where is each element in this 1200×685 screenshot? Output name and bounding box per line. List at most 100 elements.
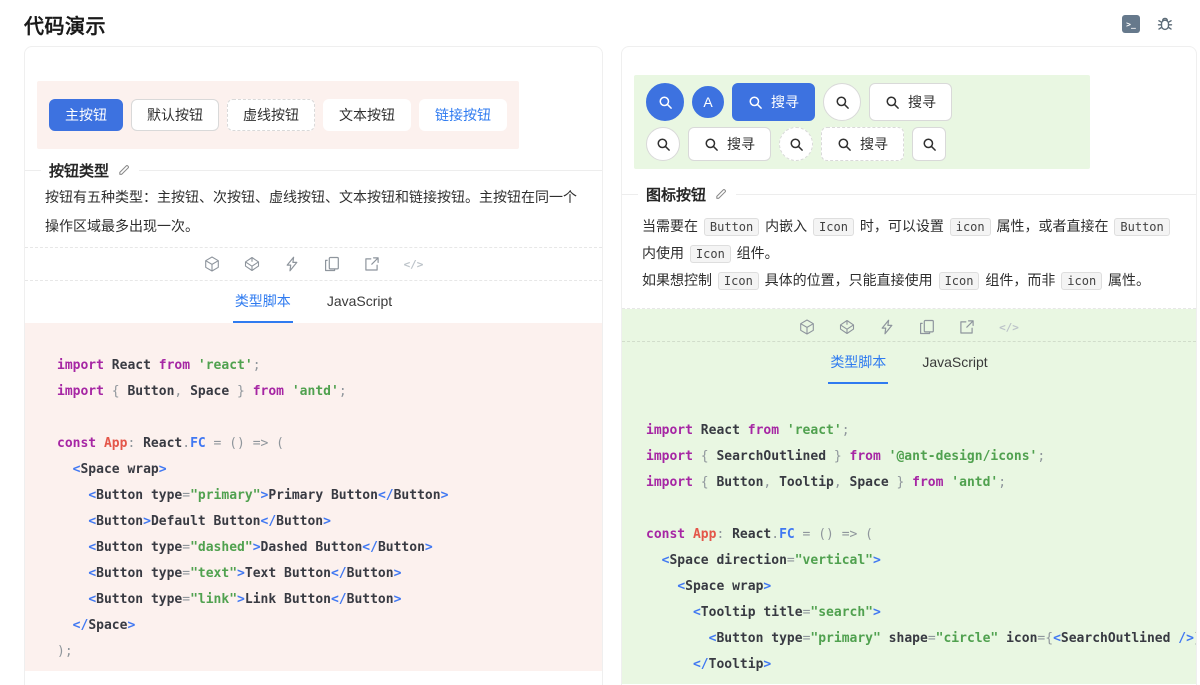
code-block: import React from 'react';import { Searc… xyxy=(622,384,1196,684)
codepen-icon[interactable] xyxy=(839,319,855,335)
description-text: 按钮有五种类型：主按钮、次按钮、虚线按钮、文本按钮和链接按钮。主按钮在同一个操作… xyxy=(45,189,577,234)
description-paragraph: 当需要在 Button 内嵌入 Icon 时，可以设置 icon 属性，或者直接… xyxy=(642,213,1176,267)
inline-code: Icon xyxy=(690,245,731,263)
description-text: 具体的位置，只能直接使用 xyxy=(761,272,937,288)
code-line: <Button type="dashed">Dashed Button</But… xyxy=(57,535,570,561)
code-icon[interactable]: </> xyxy=(999,319,1019,335)
primary-circle-a-button[interactable]: A xyxy=(692,86,724,118)
demo-panels: 主按钮 默认按钮 虚线按钮 文本按钮 链接按钮 按钮类型 按钮有五种类型：主按钮、次按钮… xyxy=(0,42,1200,685)
description-text: 属性。 xyxy=(1104,272,1150,288)
code-line: </Tooltip> xyxy=(646,652,1172,678)
search-icon xyxy=(837,137,852,152)
code-line xyxy=(646,496,1172,522)
copy-icon[interactable] xyxy=(919,319,935,335)
default-circle-search-button[interactable] xyxy=(823,83,861,121)
search-icon xyxy=(748,95,763,110)
thunderbolt-icon[interactable] xyxy=(284,256,300,272)
page-title: 代码演示 xyxy=(24,10,106,39)
page-header: 代码演示 >_ xyxy=(0,0,1200,42)
button-label: 主按钮 xyxy=(65,108,107,122)
code-line: const App: React.FC = () => ( xyxy=(57,431,570,457)
demo-preview-highlight: A搜寻搜寻 搜寻搜寻 xyxy=(634,75,1090,169)
search-icon xyxy=(885,95,900,110)
code-block: import React from 'react';import { Butto… xyxy=(25,323,602,671)
code-line: <Tooltip title="search"> xyxy=(646,600,1172,626)
code-tabs: 类型脚本 JavaScript xyxy=(622,342,1196,384)
export-icon[interactable] xyxy=(959,319,975,335)
tab-typescript[interactable]: 类型脚本 xyxy=(233,281,293,323)
code-line: import React from 'react'; xyxy=(646,418,1172,444)
button-row: 搜寻 搜寻 xyxy=(646,127,1078,161)
description-text: 属性，或者直接在 xyxy=(993,218,1113,234)
edit-icon[interactable] xyxy=(714,187,728,201)
search-icon xyxy=(922,137,937,152)
inline-code: icon xyxy=(1061,272,1102,290)
dashed-search-button[interactable]: 搜寻 xyxy=(821,127,904,161)
search-icon xyxy=(656,137,671,152)
thunderbolt-icon[interactable] xyxy=(879,319,895,335)
button-label: 文本按钮 xyxy=(339,108,395,122)
codepen-icon[interactable] xyxy=(244,256,260,272)
tab-typescript[interactable]: 类型脚本 xyxy=(828,342,888,384)
inline-code: Button xyxy=(704,218,759,236)
link-button[interactable]: 链接按钮 xyxy=(419,99,507,131)
search-icon xyxy=(704,137,719,152)
terminal-icon[interactable]: >_ xyxy=(1122,15,1140,33)
description-text: 内使用 xyxy=(642,245,688,261)
code-line: <Button type="link">Link Button</Button> xyxy=(57,587,570,613)
code-icon[interactable]: </> xyxy=(404,256,424,272)
codesandbox-icon[interactable] xyxy=(204,256,220,272)
export-icon[interactable] xyxy=(364,256,380,272)
default-search-button[interactable]: 搜寻 xyxy=(869,83,952,121)
demo-description: 按钮有五种类型：主按钮、次按钮、虚线按钮、文本按钮和链接按钮。主按钮在同一个操作… xyxy=(45,183,582,241)
demo-preview-section: 主按钮 默认按钮 虚线按钮 文本按钮 链接按钮 xyxy=(25,47,602,159)
default-search-button-2[interactable]: 搜寻 xyxy=(688,127,771,161)
button-row: A搜寻搜寻 xyxy=(646,83,1078,121)
primary-search-button[interactable]: 搜寻 xyxy=(732,83,815,121)
default-circle-search-button-2[interactable] xyxy=(646,127,680,161)
demo-card-button-type: 主按钮 默认按钮 虚线按钮 文本按钮 链接按钮 按钮类型 按钮有五种类型：主按钮、次按钮… xyxy=(24,46,603,685)
description-text: 组件，而非 xyxy=(981,272,1059,288)
codesandbox-icon[interactable] xyxy=(799,319,815,335)
edit-icon[interactable] xyxy=(117,163,131,177)
header-actions: >_ xyxy=(1122,15,1174,33)
code-line: </Space> xyxy=(57,613,570,639)
code-line: ); xyxy=(57,639,570,665)
button-label: 搜寻 xyxy=(908,95,936,109)
bug-icon[interactable] xyxy=(1156,15,1174,33)
tab-javascript[interactable]: JavaScript xyxy=(920,342,989,384)
code-line: import { Button, Tooltip, Space } from '… xyxy=(646,470,1172,496)
copy-icon[interactable] xyxy=(324,256,340,272)
primary-circle-search-button[interactable] xyxy=(646,83,684,121)
code-line: <Button type="primary">Primary Button</B… xyxy=(57,483,570,509)
inline-code: Icon xyxy=(718,272,759,290)
inline-code: Icon xyxy=(813,218,854,236)
expanded-code-section: </> 类型脚本 JavaScript import React from 're… xyxy=(622,309,1196,684)
description-text: 如果想控制 xyxy=(642,272,716,288)
code-line: <Button type="text">Text Button</Button> xyxy=(57,561,570,587)
dashed-button[interactable]: 虚线按钮 xyxy=(227,99,315,131)
dashed-circle-search-button[interactable] xyxy=(779,127,813,161)
demo-title-row: 图标按钮 xyxy=(622,183,1196,205)
search-icon xyxy=(658,95,673,110)
code-line: <Button>Default Button</Button> xyxy=(57,509,570,535)
code-line: const App: React.FC = () => ( xyxy=(646,522,1172,548)
description-text: 时，可以设置 xyxy=(856,218,948,234)
demo-title: 按钮类型 xyxy=(49,160,109,181)
default-button[interactable]: 默认按钮 xyxy=(131,99,219,131)
code-tabs: 类型脚本 JavaScript xyxy=(25,281,602,323)
tab-javascript[interactable]: JavaScript xyxy=(325,281,394,323)
href-search-button[interactable] xyxy=(912,127,946,161)
description-paragraph: 按钮有五种类型：主按钮、次按钮、虚线按钮、文本按钮和链接按钮。主按钮在同一个操作… xyxy=(45,183,582,241)
inline-code: icon xyxy=(950,218,991,236)
demo-description: 当需要在 Button 内嵌入 Icon 时，可以设置 icon 属性，或者直接… xyxy=(642,213,1176,294)
demo-title-row: 按钮类型 xyxy=(25,159,602,181)
primary-button[interactable]: 主按钮 xyxy=(49,99,123,131)
code-line: import { Button, Space } from 'antd'; xyxy=(57,379,570,405)
button-label: 搜寻 xyxy=(860,137,888,151)
button-label: 虚线按钮 xyxy=(243,108,299,122)
text-button[interactable]: 文本按钮 xyxy=(323,99,411,131)
description-paragraph: 如果想控制 Icon 具体的位置，只能直接使用 Icon 组件，而非 icon … xyxy=(642,267,1176,294)
description-text: 组件。 xyxy=(733,245,779,261)
search-icon xyxy=(835,95,850,110)
